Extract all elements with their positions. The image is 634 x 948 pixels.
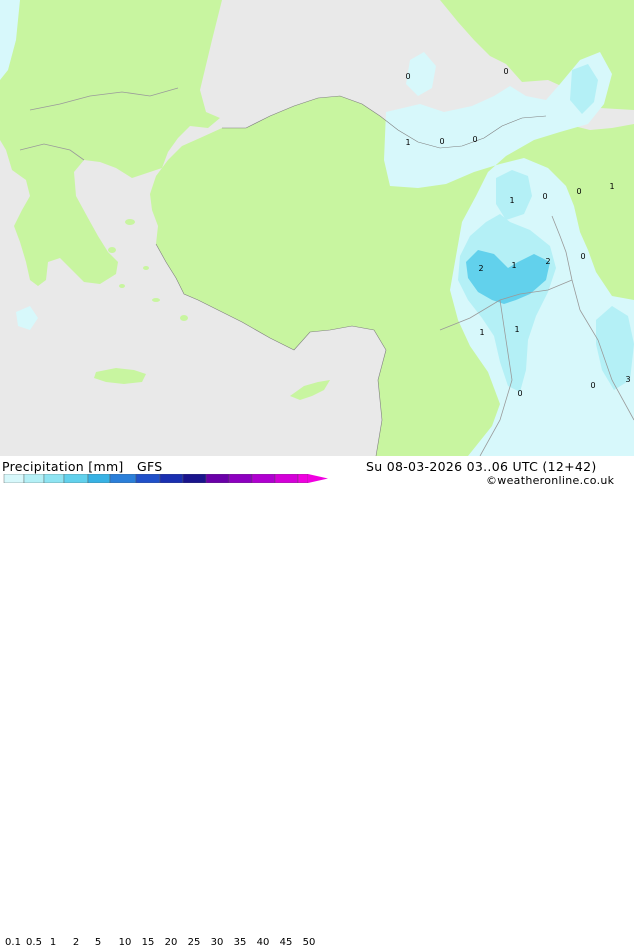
point-label: 1 [479,328,484,337]
model-name: GFS [137,459,163,474]
point-label: 0 [590,381,595,390]
point-label: 1 [511,261,516,270]
scale-swatch [23,474,45,483]
scale-swatch [63,474,89,483]
point-label: 1 [609,182,614,191]
scale-tick: 35 [233,937,247,948]
point-label: 1 [514,325,519,334]
scale-swatch [182,474,207,483]
point-label: 0 [405,72,410,81]
scale-tick: 45 [279,937,293,948]
forecast-datetime: Su 08-03-2026 03..06 UTC (12+42) [366,459,597,474]
scale-tick: 10 [118,937,132,948]
scale-swatch [251,474,276,483]
scale-tick: 40 [256,937,270,948]
point-label: 0 [580,252,585,261]
point-label: 0 [472,135,477,144]
legend-footer: Precipitation [mm] GFS Su 08-03-2026 03.… [0,456,634,948]
scale-swatch [43,474,65,483]
scale-tick: 25 [187,937,201,948]
map-title: Precipitation [mm] [2,459,124,474]
point-label: 0 [517,389,522,398]
scale-swatch [109,474,137,483]
scale-tick: 50 [302,937,316,948]
point-label: 0 [439,137,444,146]
scale-tick: 2 [72,937,80,948]
scale-swatch [228,474,253,483]
map-canvas: 0 0 1 0 0 1 0 0 1 2 1 2 0 1 1 0 0 3 [0,0,634,457]
scale-swatch [135,474,161,483]
point-label: 1 [405,138,410,147]
scale-arrow [308,474,328,483]
scale-tick: 20 [164,937,178,948]
scale-swatch [159,474,184,483]
point-label: 1 [509,196,514,205]
point-label: 0 [576,187,581,196]
scale-swatch [274,474,299,483]
point-label: 2 [545,257,550,266]
scale-tick: 0.1 [5,937,21,948]
credit-link[interactable]: ©weatheronline.co.uk [486,474,614,487]
point-label: 0 [542,192,547,201]
scale-swatch [205,474,230,483]
scale-swatch [3,474,25,483]
scale-swatch [87,474,111,483]
scale-tick: 0.5 [26,937,42,948]
scale-swatch [297,474,309,483]
color-scale-bar [3,474,328,483]
scale-tick: 1 [49,937,57,948]
scale-tick: 30 [210,937,224,948]
point-label: 3 [625,375,630,384]
precipitation-map[interactable]: 0 0 1 0 0 1 0 0 1 2 1 2 0 1 1 0 0 3 [0,0,634,457]
scale-tick: 5 [94,937,102,948]
point-label: 2 [478,264,483,273]
point-label: 0 [503,67,508,76]
scale-tick: 15 [141,937,155,948]
